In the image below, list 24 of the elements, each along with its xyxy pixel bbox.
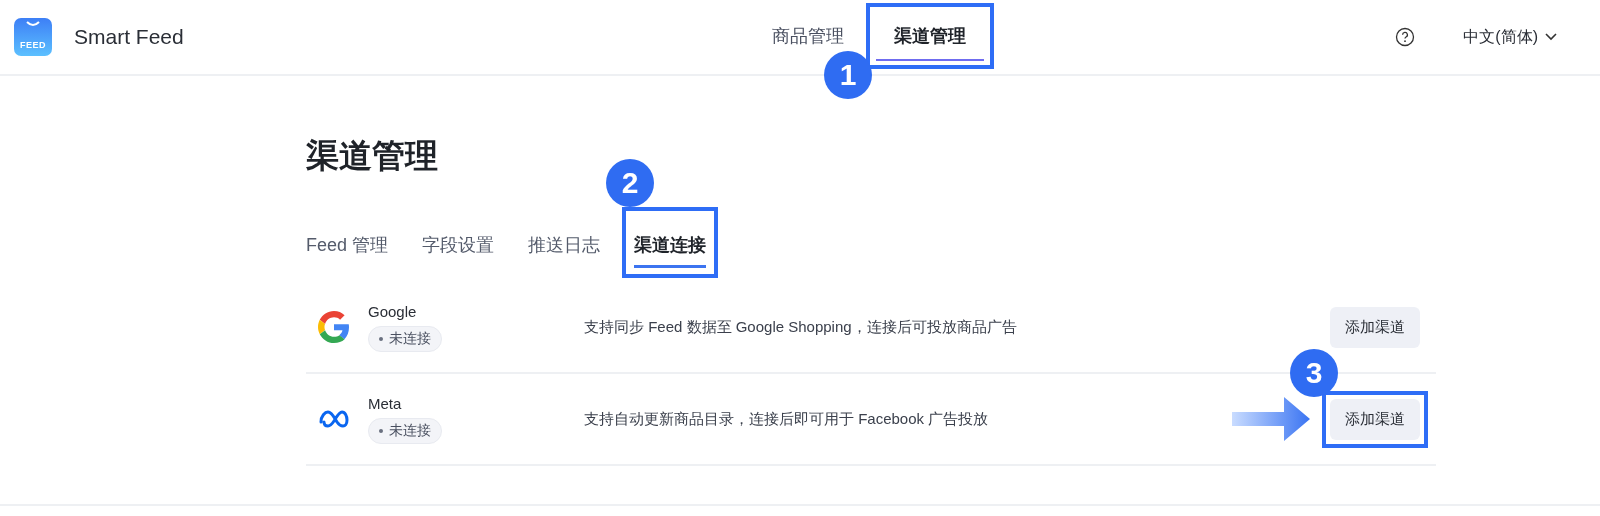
channel-name: Google [368,302,417,320]
app-logo: FEED [14,18,52,56]
tab[interactable]: 渠道连接 [634,225,707,268]
add-channel-button[interactable]: 添加渠道 [1330,306,1420,348]
status-tag: 未连接 [368,325,442,352]
channel-name: Meta [368,394,402,412]
google-logo-icon [318,311,350,343]
step-badge: 3 [1290,348,1338,397]
tab[interactable]: 字段设置 [422,225,495,268]
nav-tab[interactable]: 渠道管理 [876,13,984,61]
language-selector[interactable]: 中文(简体) [1457,25,1564,49]
add-channel-button[interactable]: 添加渠道 [1330,398,1420,440]
page-title: 渠道管理 [306,136,439,176]
step-badge: 2 [606,159,655,207]
tab[interactable]: 推送日志 [528,225,601,268]
help-icon[interactable] [1395,27,1416,47]
step-badge: 1 [824,51,872,99]
chevron-down-icon [1544,32,1558,42]
channel-description: 支持同步 Feed 数据至 Google Shopping，连接后可投放商品广告 [584,317,1018,337]
channel-description: 支持自动更新商品目录，连接后即可用于 Facebook 广告投放 [584,409,990,429]
status-tag: 未连接 [368,417,442,444]
infinity-logo-icon [318,409,350,429]
app-name: Smart Feed [74,25,184,49]
tab[interactable]: Feed 管理 [306,225,389,268]
